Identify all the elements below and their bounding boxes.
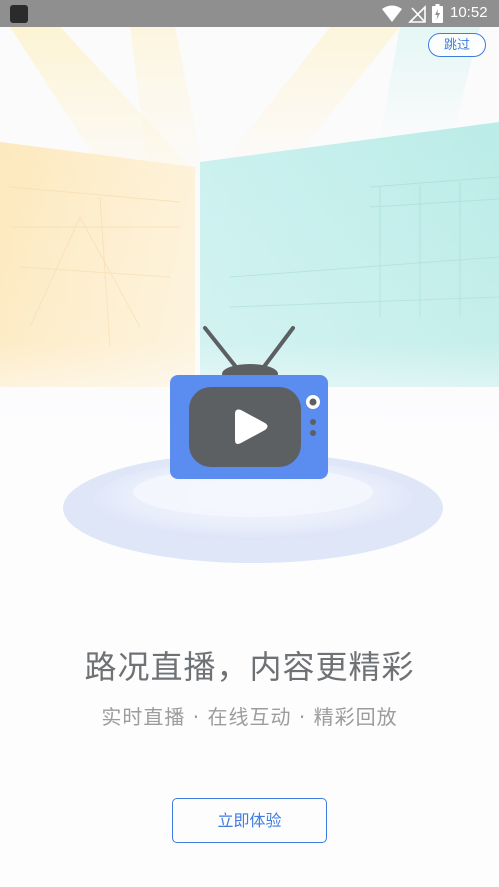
wifi-icon <box>382 5 402 22</box>
status-bar: 10:52 <box>0 0 499 27</box>
onboarding-screen: 10:52 跳过 路况直播，内容更精彩 实时直播 · 在线互动 · 精彩回放 立… <box>0 0 499 887</box>
tv-play-icon <box>170 326 328 479</box>
try-now-button[interactable]: 立即体验 <box>172 798 327 843</box>
app-icon <box>10 5 28 23</box>
feature-subtitle: 实时直播 · 在线互动 · 精彩回放 <box>101 705 398 729</box>
status-time: 10:52 <box>450 4 488 21</box>
page-title: 路况直播，内容更精彩 <box>84 648 415 686</box>
battery-charging-icon <box>432 4 443 23</box>
no-signal-icon <box>408 5 426 23</box>
skip-button[interactable]: 跳过 <box>428 33 486 57</box>
